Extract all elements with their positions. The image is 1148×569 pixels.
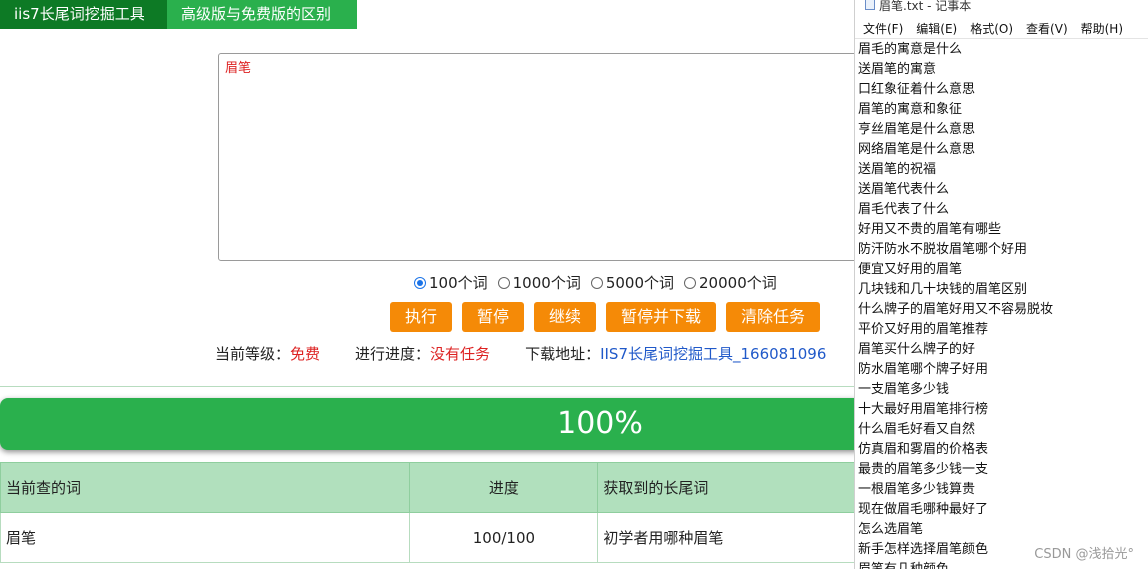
action-buttons: 执行 暂停 继续 暂停并下载 清除任务	[390, 302, 820, 332]
watermark: CSDN @浅拾光°	[1034, 547, 1134, 562]
column-header-longtail: 获取到的长尾词	[597, 462, 860, 513]
notepad-line: 眉笔买什么牌子的好	[858, 342, 976, 357]
notepad-line: 一根眉笔多少钱算贵	[858, 482, 976, 497]
radio-unselected-icon[interactable]	[590, 276, 603, 289]
table-header-row: 当前查的词 进度 获取到的长尾词	[0, 462, 860, 513]
radio-100[interactable]: 100个词	[414, 272, 488, 293]
notepad-line: 亨丝眉笔是什么意思	[858, 122, 976, 137]
level-value: 免费	[290, 345, 321, 363]
notepad-title: 眉笔.txt - 记事本	[879, 0, 972, 13]
menu-help[interactable]: 帮助(H)	[1081, 20, 1123, 37]
cell-longtail: 初学者用哪种眉笔	[597, 512, 860, 563]
notepad-line: 什么眉毛好看又自然	[858, 422, 976, 437]
progress-bar: 100%	[0, 398, 880, 450]
top-tabs: iis7长尾词挖掘工具 高级版与免费版的区别	[0, 0, 357, 29]
result-table: 当前查的词 进度 获取到的长尾词 眉笔 100/100 初学者用哪种眉笔	[0, 462, 860, 563]
notepad-line: 眉毛的寓意是什么	[858, 42, 963, 57]
notepad-line: 怎么选眉笔	[858, 522, 924, 537]
notepad-line: 好用又不贵的眉笔有哪些	[858, 222, 1002, 237]
notepad-line: 口红象征着什么意思	[858, 82, 976, 97]
download-link[interactable]: IIS7长尾词挖掘工具_166081096	[600, 343, 826, 364]
radio-label: 100个词	[429, 274, 488, 292]
tab-compare[interactable]: 高级版与免费版的区别	[167, 0, 357, 29]
notepad-line: 眉笔的寓意和象征	[858, 102, 963, 117]
notepad-text-area[interactable]: 眉毛的寓意是什么 送眉笔的寓意 口红象征着什么意思 眉笔的寓意和象征 亨丝眉笔是…	[855, 39, 1148, 569]
progress-value: 没有任务	[430, 345, 491, 363]
notepad-line: 送眉笔代表什么	[858, 182, 950, 197]
table-row: 眉笔 100/100 初学者用哪种眉笔	[0, 512, 860, 563]
notepad-window: 眉笔.txt - 记事本 文件(F) 编辑(E) 格式(O) 查看(V) 帮助(…	[854, 0, 1148, 569]
menu-file[interactable]: 文件(F)	[863, 20, 903, 37]
radio-unselected-icon[interactable]	[684, 276, 697, 289]
progress-label: 进行进度：	[355, 345, 431, 363]
cell-word: 眉笔	[0, 512, 411, 563]
divider	[0, 386, 860, 387]
notepad-line: 现在做眉毛哪种最好了	[858, 502, 989, 517]
notepad-line: 最贵的眉笔多少钱一支	[858, 462, 989, 477]
radio-selected-icon[interactable]	[414, 276, 426, 289]
notepad-line: 防汗防水不脱妆眉笔哪个好用	[858, 242, 1028, 257]
menu-format[interactable]: 格式(O)	[970, 20, 1013, 37]
notepad-line: 一支眉笔多少钱	[858, 382, 950, 397]
radio-20000[interactable]: 20000个词	[684, 272, 777, 293]
notepad-line: 仿真眉和雾眉的价格表	[858, 442, 989, 457]
notepad-line: 平价又好用的眉笔推荐	[858, 322, 989, 337]
notepad-menu-bar: 文件(F) 编辑(E) 格式(O) 查看(V) 帮助(H)	[855, 18, 1148, 38]
menu-view[interactable]: 查看(V)	[1026, 20, 1068, 37]
radio-1000[interactable]: 1000个词	[497, 272, 581, 293]
column-header-progress: 进度	[409, 462, 599, 513]
radio-label: 1000个词	[512, 274, 581, 292]
notepad-line: 什么牌子的眉笔好用又不容易脱妆	[858, 302, 1054, 317]
notepad-line: 送眉笔的寓意	[858, 62, 937, 77]
notepad-line: 网络眉笔是什么意思	[858, 142, 976, 157]
radio-5000[interactable]: 5000个词	[590, 272, 675, 293]
notepad-line: 十大最好用眉笔排行榜	[858, 402, 989, 417]
word-count-options: 100个词 1000个词 5000个词 20000个词	[414, 272, 777, 293]
keyword-input[interactable]: 眉笔	[218, 53, 918, 261]
execute-button[interactable]: 执行	[390, 302, 452, 332]
level-label: 当前等级：	[215, 345, 291, 363]
continue-button[interactable]: 继续	[534, 302, 596, 332]
pause-download-button[interactable]: 暂停并下载	[606, 302, 716, 332]
radio-label: 20000个词	[699, 274, 777, 292]
notepad-line: 眉毛代表了什么	[858, 202, 950, 217]
pause-button[interactable]: 暂停	[462, 302, 524, 332]
notepad-line: 几块钱和几十块钱的眉笔区别	[858, 282, 1028, 297]
notepad-document-icon	[865, 0, 875, 10]
radio-unselected-icon[interactable]	[497, 276, 510, 289]
radio-label: 5000个词	[605, 274, 675, 292]
column-header-word: 当前查的词	[0, 462, 411, 513]
notepad-title-bar: 眉笔.txt - 记事本	[855, 0, 1148, 18]
notepad-line: 防水眉笔哪个牌子好用	[858, 362, 989, 377]
status-row: 当前等级： 免费 进行进度： 没有任务 下载地址： IIS7长尾词挖掘工具_16…	[215, 343, 826, 364]
notepad-line: 便宜又好用的眉笔	[858, 262, 963, 277]
download-label: 下载地址：	[525, 345, 601, 363]
clear-task-button[interactable]: 清除任务	[726, 302, 820, 332]
notepad-line: 送眉笔的祝福	[858, 162, 937, 177]
cell-progress: 100/100	[409, 512, 599, 563]
menu-edit[interactable]: 编辑(E)	[916, 20, 957, 37]
tab-tool[interactable]: iis7长尾词挖掘工具	[0, 0, 167, 29]
